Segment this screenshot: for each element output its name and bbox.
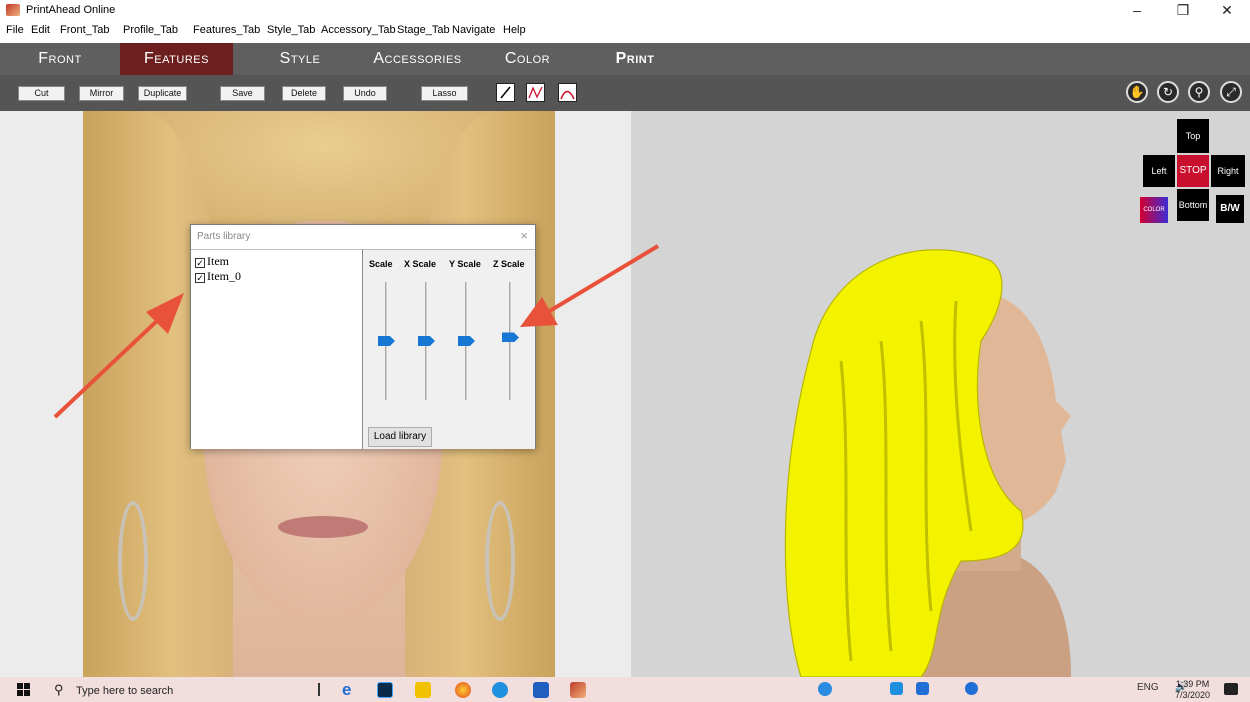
scale-slider-thumb[interactable]: [378, 336, 395, 346]
tab-front[interactable]: Front: [0, 43, 120, 75]
view-left-button[interactable]: Left: [1143, 155, 1175, 187]
menu-style-tab[interactable]: Style_Tab: [267, 24, 315, 36]
pan-hand-icon[interactable]: ✋: [1126, 81, 1148, 103]
save-button[interactable]: Save: [220, 86, 265, 101]
cut-button[interactable]: Cut: [18, 86, 65, 101]
lasso-button[interactable]: Lasso: [421, 86, 468, 101]
title-bar: PrintAhead Online – ❐ ✕: [0, 0, 1250, 21]
menu-stage-tab[interactable]: Stage_Tab: [397, 24, 450, 36]
taskbar-search[interactable]: ⚲ Type here to search: [46, 679, 296, 700]
main-tab-bar: Front Features Style Accessories Color P…: [0, 43, 1250, 75]
photo-earring-right: [485, 501, 515, 621]
rotate-icon[interactable]: ↻: [1157, 81, 1179, 103]
clock-date: 7/3/2020: [1174, 690, 1210, 700]
line-draw-icon[interactable]: [496, 83, 515, 102]
menu-features-tab[interactable]: Features_Tab: [193, 24, 260, 36]
tab-accessories[interactable]: Accessories: [355, 43, 480, 75]
zoom-icon[interactable]: ⚲: [1188, 81, 1210, 103]
y-scale-slider-thumb[interactable]: [458, 336, 475, 346]
duplicate-button[interactable]: Duplicate: [138, 86, 187, 101]
mirror-button[interactable]: Mirror: [79, 86, 124, 101]
app-window: PrintAhead Online – ❐ ✕ File Edit Front_…: [0, 0, 1250, 702]
3d-view-panel[interactable]: Top Left STOP Right COLOR Bottom B/W: [631, 111, 1250, 677]
dialog-close-icon[interactable]: ×: [520, 228, 528, 243]
3d-head-model[interactable]: [771, 231, 1071, 677]
menu-navigate[interactable]: Navigate: [452, 24, 495, 36]
fit-view-icon[interactable]: ⤢: [1220, 81, 1242, 103]
app-icon: [6, 4, 20, 16]
close-button[interactable]: ✕: [1204, 0, 1250, 21]
menu-file[interactable]: File: [6, 24, 24, 36]
system-clock[interactable]: 1:39 PM 7/3/2020: [1175, 679, 1210, 701]
checkbox-checked-icon[interactable]: ✓: [195, 258, 205, 268]
toolbar: Cut Mirror Duplicate Save Delete Undo La…: [0, 75, 1250, 111]
windows-start-icon[interactable]: [17, 683, 30, 696]
delete-button[interactable]: Delete: [282, 86, 326, 101]
scale-label: Scale: [369, 259, 393, 269]
z-scale-slider-thumb[interactable]: [502, 332, 519, 343]
notification-icon[interactable]: [1224, 683, 1238, 695]
search-icon: ⚲: [54, 682, 64, 697]
window-title: PrintAhead Online: [26, 4, 116, 16]
menu-profile-tab[interactable]: Profile_Tab: [123, 24, 178, 36]
x-scale-slider-thumb[interactable]: [418, 336, 435, 346]
bluetooth-tray-icon[interactable]: [965, 682, 978, 695]
minimize-button[interactable]: –: [1114, 0, 1160, 21]
tree-item[interactable]: ✓ Item_0: [195, 269, 241, 284]
z-scale-label: Z Scale: [493, 259, 525, 269]
tree-item[interactable]: ✓ Item: [195, 254, 229, 269]
stop-button[interactable]: STOP: [1177, 155, 1209, 187]
help-tray-icon[interactable]: [818, 682, 832, 696]
word-icon[interactable]: [533, 682, 549, 698]
language-indicator[interactable]: ENG: [1137, 682, 1159, 693]
photo-earring-left: [118, 501, 148, 621]
color-mode-button[interactable]: COLOR: [1140, 197, 1168, 223]
menu-accessory-tab[interactable]: Accessory_Tab: [321, 24, 396, 36]
menu-front-tab[interactable]: Front_Tab: [60, 24, 110, 36]
task-view-icon[interactable]: [318, 683, 320, 696]
photoshop-icon[interactable]: [377, 682, 393, 698]
menu-edit[interactable]: Edit: [31, 24, 50, 36]
skype-icon[interactable]: [492, 682, 508, 698]
parts-library-dialog: Parts library × ✓ Item ✓ Item_0 Scale X Sc…: [190, 224, 536, 449]
app-tray-icon[interactable]: [916, 682, 929, 695]
checkbox-checked-icon[interactable]: ✓: [195, 273, 205, 283]
view-right-button[interactable]: Right: [1211, 155, 1245, 187]
undo-button[interactable]: Undo: [343, 86, 387, 101]
parts-tree: ✓ Item ✓ Item_0: [191, 249, 363, 449]
taskbar: ⚲ Type here to search e 🔊 ENG 1:39 PM 7/…: [0, 677, 1250, 702]
firefox-icon[interactable]: [455, 682, 471, 698]
file-explorer-icon[interactable]: [415, 682, 431, 698]
search-placeholder: Type here to search: [76, 685, 174, 697]
dialog-title: Parts library: [197, 231, 251, 242]
restore-button[interactable]: ❐: [1160, 0, 1206, 21]
photo-lips: [278, 516, 368, 538]
x-scale-label: X Scale: [404, 259, 437, 269]
view-top-button[interactable]: Top: [1177, 119, 1209, 153]
menu-help[interactable]: Help: [503, 24, 526, 36]
skype-tray-icon[interactable]: [890, 682, 903, 695]
tab-features[interactable]: Features: [120, 43, 233, 75]
edge-icon[interactable]: e: [342, 681, 358, 698]
scale-sliders-pane: Scale X Scale Y Scale Z Scale Load libra…: [363, 249, 535, 449]
printahead-app-icon[interactable]: [570, 682, 586, 698]
tab-style[interactable]: Style: [250, 43, 350, 75]
clock-time: 1:39 PM: [1175, 679, 1210, 689]
tab-print[interactable]: Print: [595, 43, 675, 75]
bw-mode-button[interactable]: B/W: [1216, 195, 1244, 223]
menu-bar: File Edit Front_Tab Profile_Tab Features…: [0, 21, 1250, 41]
curve-draw-icon[interactable]: [526, 83, 545, 102]
view-bottom-button[interactable]: Bottom: [1177, 189, 1209, 221]
y-scale-label: Y Scale: [449, 259, 481, 269]
tree-item-label: Item: [207, 254, 229, 268]
tab-color[interactable]: Color: [485, 43, 570, 75]
tree-item-label: Item_0: [207, 269, 241, 283]
arc-draw-icon[interactable]: [558, 83, 577, 102]
load-library-button[interactable]: Load library: [368, 427, 432, 447]
